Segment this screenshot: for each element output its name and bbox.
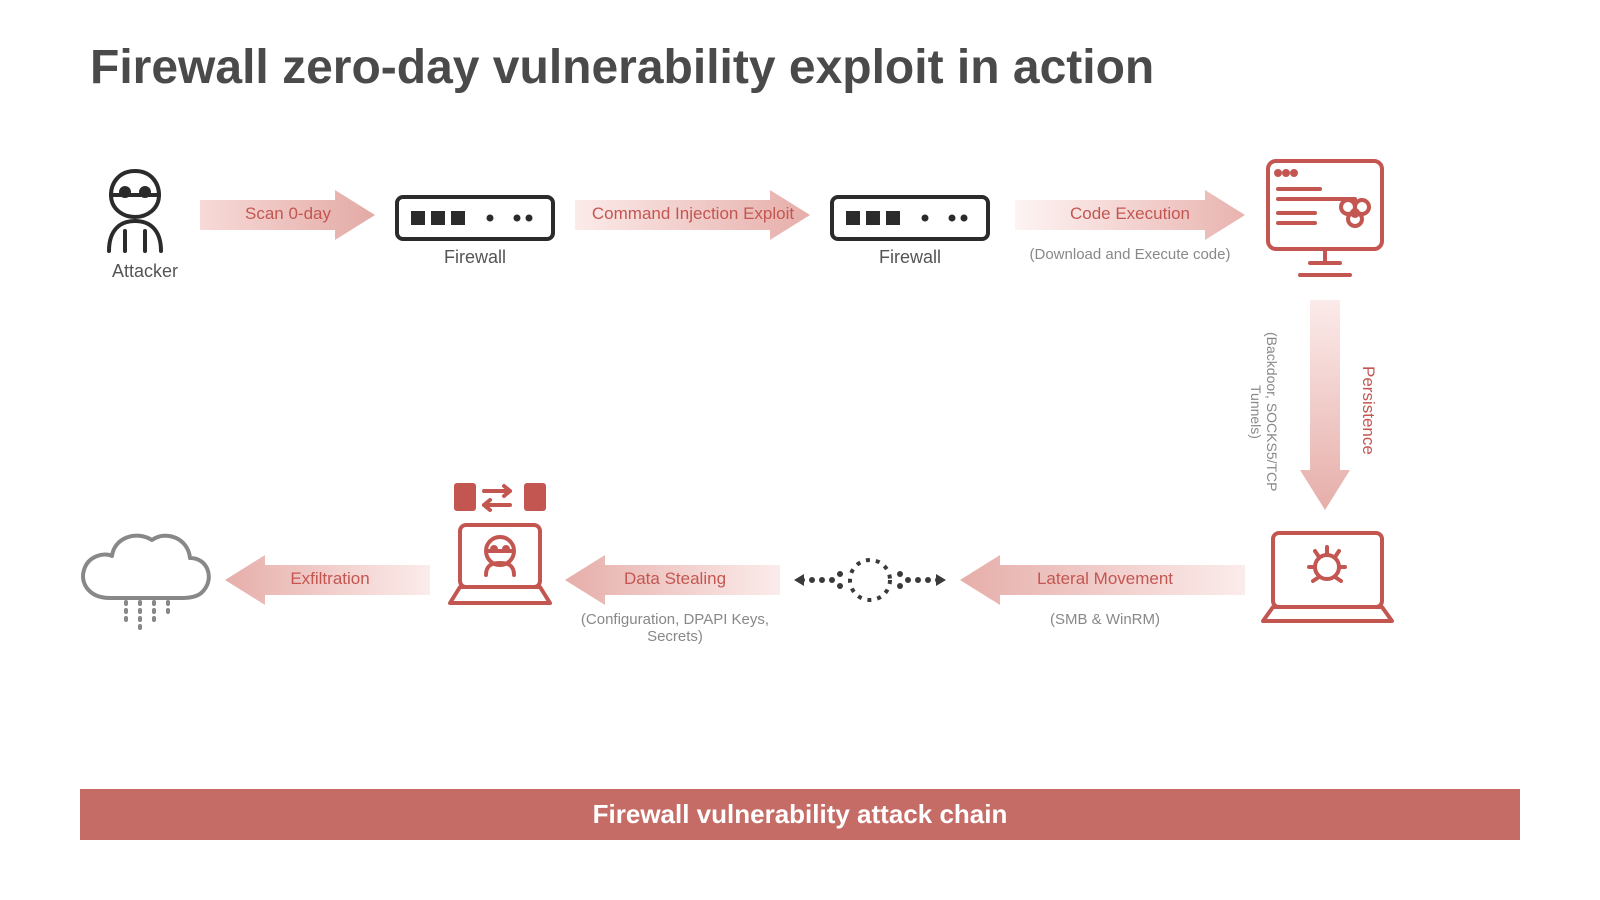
arrow-persistence — [1300, 300, 1350, 510]
arrow-exfil-label: Exfiltration — [220, 569, 440, 589]
arrow-inject: Command Injection Exploit — [575, 190, 810, 240]
firewall-1-label: Firewall — [395, 247, 555, 268]
node-firewall-2: Firewall — [830, 195, 990, 268]
arrow-codeexec: Code Execution (Download and Execute cod… — [1015, 190, 1245, 240]
data-theft-icon — [440, 475, 560, 635]
arrow-scan: Scan 0-day — [200, 190, 375, 240]
arrow-lateral: Lateral Movement (SMB & WinRM) — [960, 555, 1245, 605]
arrow-steal: Data Stealing (Configuration, DPAPI Keys… — [565, 555, 780, 605]
footer-caption: Firewall vulnerability attack chain — [80, 789, 1520, 840]
network-icon — [790, 540, 950, 620]
arrow-exfil: Exfiltration — [225, 555, 430, 605]
arrow-steal-label: Data Stealing — [565, 569, 785, 589]
arrow-inject-label: Command Injection Exploit — [583, 204, 803, 224]
arrow-codeexec-label: Code Execution — [1020, 204, 1240, 224]
arrow-steal-sub: (Configuration, DPAPI Keys, Secrets) — [560, 611, 790, 645]
node-data-theft — [440, 475, 560, 635]
node-infected-host — [1260, 155, 1390, 285]
cloud-icon — [70, 520, 220, 640]
firewall-icon — [830, 195, 990, 241]
arrow-lateral-sub: (SMB & WinRM) — [995, 611, 1215, 628]
arrow-scan-label: Scan 0-day — [178, 204, 398, 224]
infected-laptop-icon — [1255, 525, 1400, 635]
page-title: Firewall zero-day vulnerability exploit … — [90, 40, 1154, 95]
node-compromised-laptop — [1255, 525, 1400, 635]
attacker-label: Attacker — [95, 261, 195, 282]
attacker-icon — [95, 165, 175, 255]
node-lateral-network — [790, 540, 950, 620]
firewall-2-label: Firewall — [830, 247, 990, 268]
arrow-persistence-sub: (Backdoor, SOCKS5/TCP Tunnels) — [1248, 322, 1280, 502]
node-cloud — [70, 520, 220, 640]
arrow-persistence-label: Persistence — [1358, 340, 1378, 480]
infected-monitor-icon — [1260, 155, 1390, 285]
arrow-lateral-label: Lateral Movement — [995, 569, 1215, 589]
node-firewall-1: Firewall — [395, 195, 555, 268]
firewall-icon — [395, 195, 555, 241]
arrow-codeexec-sub: (Download and Execute code) — [1005, 246, 1255, 263]
